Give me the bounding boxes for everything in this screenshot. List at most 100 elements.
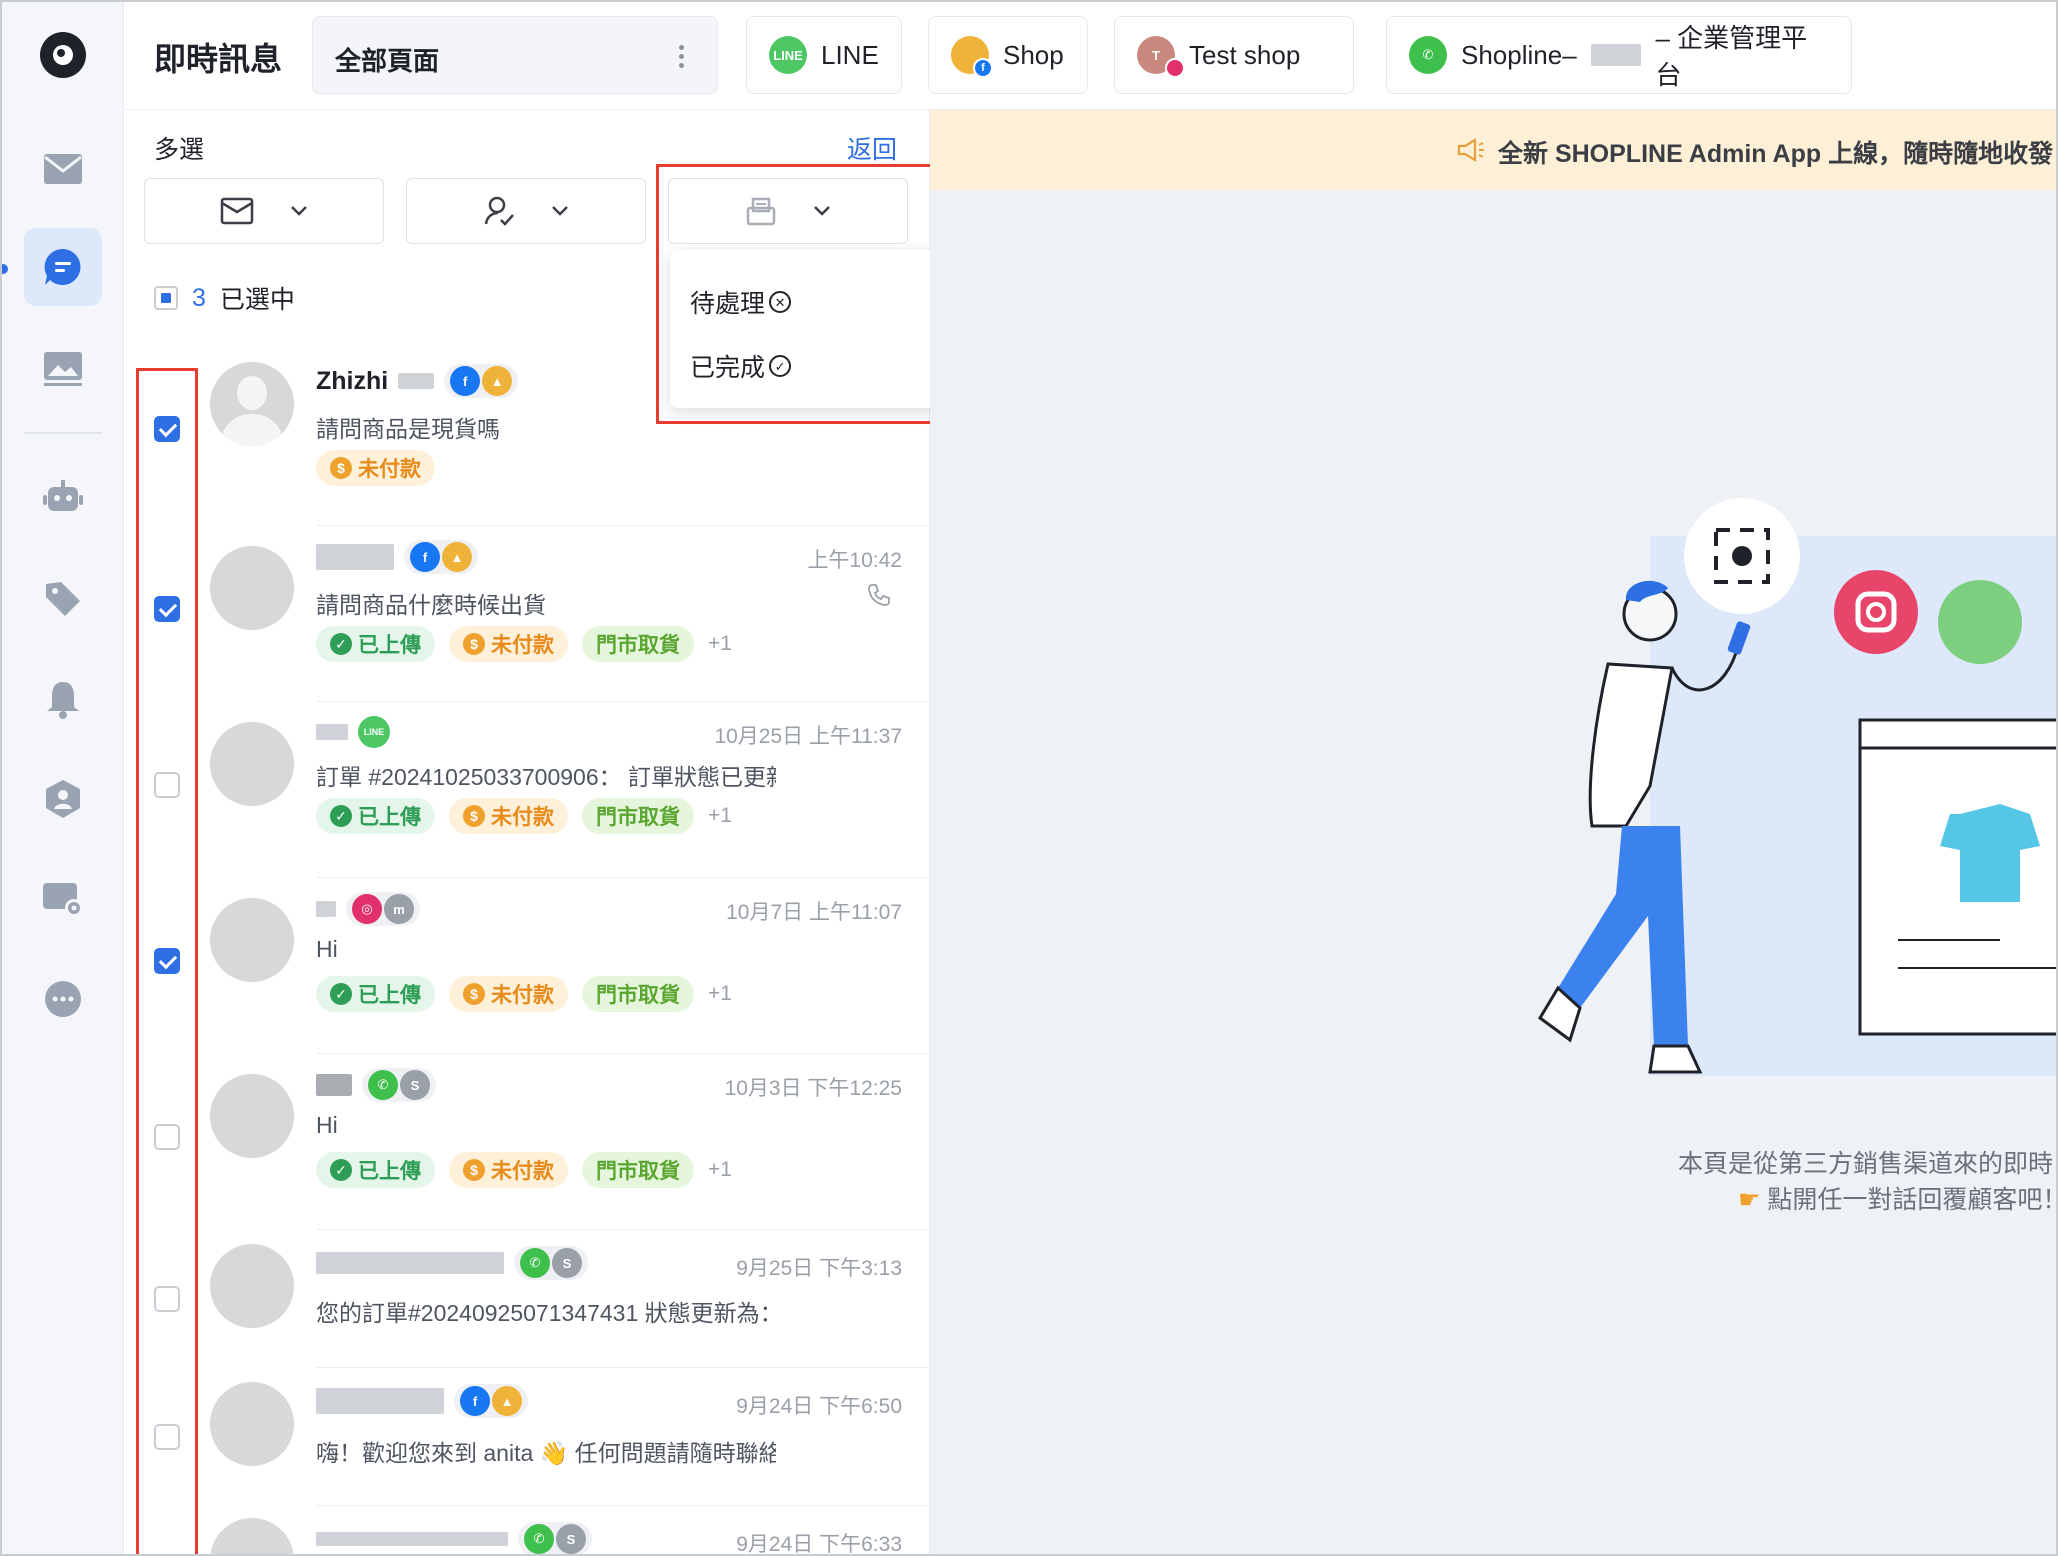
conversation-row[interactable]: f ▲ 9月24日 下午6:50 嗨！歡迎您來到 anita 👋 任何問題請隨時聯… xyxy=(124,1368,930,1506)
conversation-row[interactable]: ✆ S 9月25日 下午3:13 您的訂單#20240925071347431 狀… xyxy=(124,1230,930,1368)
shopline-icon: S xyxy=(400,1070,430,1100)
tag-store-pickup: 門市取貨 xyxy=(582,976,694,1012)
chat-bubble-icon xyxy=(44,248,81,285)
tag-list: ✓ 已上傳 $ 未付款 門市取貨 +1 xyxy=(316,976,732,1012)
conversation-row[interactable]: f ▲ 上午10:42 請問商品什麼時候出貨 ✓ 已上傳 $ 未付款 門市取貨 +1 xyxy=(124,526,930,702)
conversation-row[interactable]: ✆ S 10月3日 下午12:25 Hi ✓ 已上傳 $ 未付款 門市取貨 +1 xyxy=(124,1054,930,1230)
tag-icon xyxy=(46,582,80,616)
announcement-banner: 全新 SHOPLINE Admin App 上線，隨時隨地收發 xyxy=(930,110,2056,190)
shop-icon: ▲ xyxy=(492,1386,522,1416)
conversation-row[interactable]: ✆ S 9月24日 下午6:33 xyxy=(124,1506,930,1554)
robot-icon xyxy=(43,480,83,511)
nav-customers[interactable] xyxy=(24,760,102,838)
conversation-row[interactable]: LINE 10月25日 上午11:37 訂單 #2024102503370090… xyxy=(124,702,930,878)
tag-unpaid: $ 未付款 xyxy=(449,798,568,834)
line-icon: LINE xyxy=(358,716,390,748)
back-link[interactable]: 返回 xyxy=(847,130,897,166)
highlight-checkbox-column xyxy=(136,368,198,1554)
nav-notifications[interactable] xyxy=(24,660,102,738)
more-icon xyxy=(45,981,81,1017)
nav-mail[interactable] xyxy=(24,130,102,208)
mail-icon xyxy=(44,154,82,184)
channel-tab-line[interactable]: LINE LINE xyxy=(746,16,902,94)
avatar xyxy=(210,1074,294,1158)
shop-icon: ▲ xyxy=(442,542,472,572)
tag-more: +1 xyxy=(708,982,732,1005)
empty-state-line-1: 本頁是從第三方銷售渠道來的即時 xyxy=(1678,1150,2054,1178)
conversation-preview: 訂單 #20241025033700906： 訂單狀態已更新為 xyxy=(316,764,776,790)
tag-more: +1 xyxy=(708,632,732,655)
redacted-text xyxy=(316,1388,444,1414)
select-all-checkbox[interactable] xyxy=(154,286,178,310)
redacted-text xyxy=(316,901,336,917)
selection-summary: 3 已選中 xyxy=(154,280,295,316)
shopline-icon: S xyxy=(552,1248,582,1278)
nav-settings-chat[interactable] xyxy=(24,860,102,938)
shop-facebook-icon: f xyxy=(951,36,993,78)
filter-assignee-button[interactable] xyxy=(406,178,646,244)
channel-tab-label-prefix: Shopline– xyxy=(1461,39,1577,70)
channel-badges: ✆ S xyxy=(514,1246,588,1280)
tag-store-pickup: 門市取貨 xyxy=(582,1152,694,1188)
conversation-preview: 請問商品什麼時候出貨 xyxy=(316,592,546,618)
conversation-detail-area: 本頁是從第三方銷售渠道來的即時 ☛ 點開任一對話回覆顧客吧！ xyxy=(930,190,2056,1554)
phone-icon xyxy=(868,584,890,606)
channel-badges: f ▲ xyxy=(454,1384,528,1418)
conversation-time: 上午10:42 xyxy=(807,549,902,572)
channel-badges: ◎ m xyxy=(346,892,420,926)
tag-list: ✓ 已上傳 $ 未付款 門市取貨 +1 xyxy=(316,798,732,834)
tag-uploaded: ✓ 已上傳 xyxy=(316,1152,435,1188)
nav-bot[interactable] xyxy=(24,458,102,536)
nav-media[interactable] xyxy=(24,330,102,408)
chevron-down-icon xyxy=(291,206,307,216)
tag-uploaded: ✓ 已上傳 xyxy=(316,798,435,834)
nav-divider xyxy=(24,432,102,434)
page-selector[interactable]: 全部頁面 xyxy=(312,16,718,94)
whatsapp-icon: ✆ xyxy=(1409,36,1447,74)
page-title: 即時訊息 xyxy=(154,41,283,77)
conversation-preview: Hi xyxy=(316,1112,338,1138)
conversation-name: ✆ S xyxy=(316,1068,436,1102)
nav-messages[interactable] xyxy=(24,228,102,306)
filter-message-button[interactable] xyxy=(144,178,384,244)
tag-list: ✓ 已上傳 $ 未付款 門市取貨 +1 xyxy=(316,1152,732,1188)
channel-tab-label: Shop xyxy=(1003,39,1064,70)
tag-more: +1 xyxy=(708,1158,732,1181)
tag-unpaid: $ 未付款 xyxy=(316,450,435,486)
channel-badges: f ▲ xyxy=(444,364,519,398)
user-shield-icon xyxy=(46,780,80,818)
channel-tab-shop[interactable]: f Shop xyxy=(928,16,1088,94)
conversation-preview: 您的訂單#20240925071347431 狀態更新為：... xyxy=(316,1300,776,1326)
redacted-text xyxy=(398,373,435,389)
shop-icon: ▲ xyxy=(482,366,513,396)
channel-tab-label-suffix: – 企業管理平台 xyxy=(1655,23,1808,90)
conversation-preview: 請問商品是現貨嗎 xyxy=(316,416,500,442)
nav-tags[interactable] xyxy=(24,560,102,638)
avatar xyxy=(210,546,294,630)
envelope-icon xyxy=(220,197,254,225)
conversation-time: 9月24日 下午6:50 xyxy=(736,1395,902,1418)
instagram-icon: ◎ xyxy=(352,894,382,924)
channel-tab-test-shop[interactable]: T Test shop xyxy=(1114,16,1354,94)
tag-uploaded: ✓ 已上傳 xyxy=(316,976,435,1012)
nav-more[interactable] xyxy=(24,960,102,1038)
tag-uploaded: ✓ 已上傳 xyxy=(316,626,435,662)
kebab-menu-icon[interactable] xyxy=(679,45,685,68)
channel-tab-shopline[interactable]: ✆ Shopline– – 企業管理平台 xyxy=(1386,16,1852,94)
conversation-row[interactable]: ◎ m 10月7日 上午11:07 Hi ✓ 已上傳 $ 未付款 門市取貨 +1 xyxy=(124,878,930,1054)
channel-tab-label: Test shop xyxy=(1189,39,1301,70)
selected-count: 3 xyxy=(192,283,206,312)
conversation-time: 10月25日 上午11:37 xyxy=(714,725,902,748)
avatar xyxy=(210,1518,294,1554)
tag-more: +1 xyxy=(708,804,732,827)
facebook-icon: f xyxy=(460,1386,490,1416)
avatar xyxy=(210,1244,294,1328)
app-logo-icon[interactable] xyxy=(40,32,86,78)
channel-tab-label: LINE xyxy=(821,39,879,70)
image-icon xyxy=(44,352,82,386)
page-selector-label: 全部頁面 xyxy=(335,46,440,76)
redacted-text xyxy=(316,1252,504,1274)
shopline-icon: S xyxy=(556,1524,586,1554)
avatar xyxy=(210,362,294,446)
redacted-text xyxy=(1590,44,1642,66)
